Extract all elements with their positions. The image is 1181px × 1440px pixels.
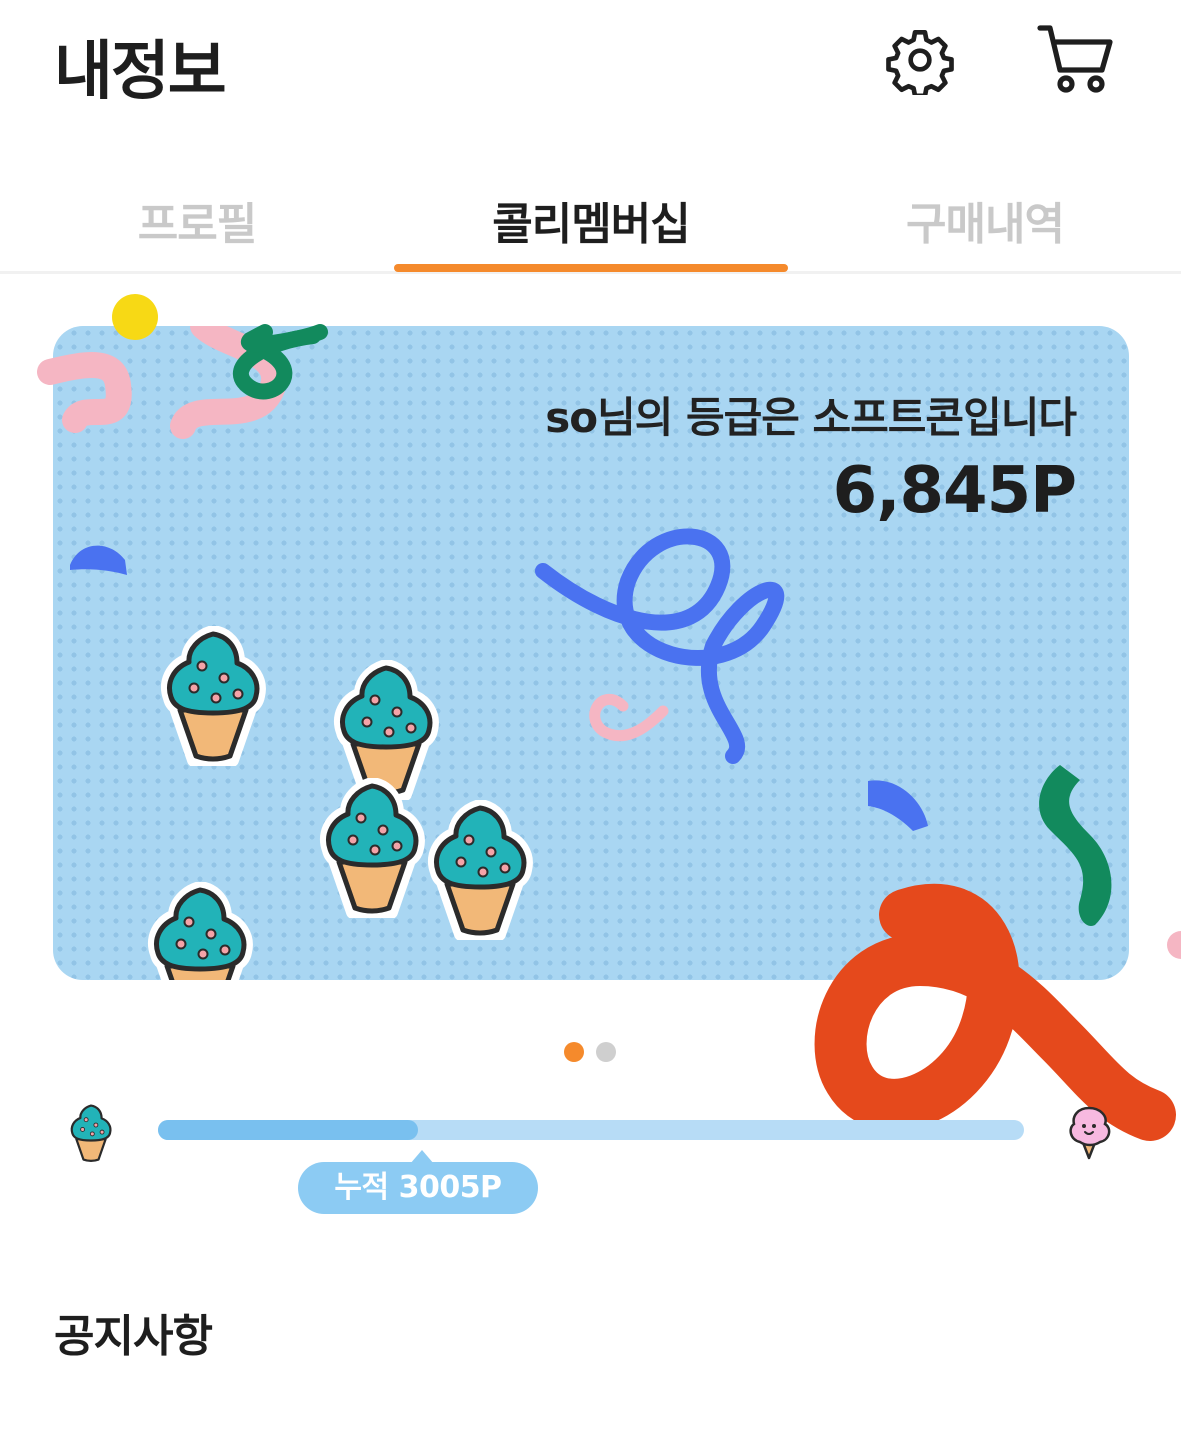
cone-sticker — [327, 784, 418, 915]
gear-icon — [886, 29, 954, 95]
cone-sticker — [168, 632, 259, 763]
membership-progress-bar — [158, 1120, 1024, 1140]
carousel-dot[interactable] — [596, 1042, 616, 1062]
tab-purchase-history[interactable]: 구매내역 — [788, 188, 1181, 252]
pink-cotton-candy-icon — [1062, 1102, 1116, 1166]
progress-fill — [158, 1120, 418, 1140]
tab-profile[interactable]: 프로필 — [0, 188, 394, 252]
cone-sticker — [341, 666, 432, 797]
membership-points: 6,845P — [832, 454, 1077, 528]
header: 내정보 — [0, 0, 1181, 120]
settings-button[interactable] — [880, 20, 960, 100]
cart-button[interactable] — [1036, 20, 1116, 100]
accumulated-points-badge: 누적 3005P — [298, 1162, 538, 1214]
tab-membership[interactable]: 콜리멤버십 — [394, 188, 788, 252]
my-info-page: 내정보 프로필 콜리멤버십 구매내역 so님의 등급은 소프트콘입니다 6,84… — [0, 0, 1181, 1440]
shopping-cart-icon — [1037, 25, 1113, 93]
cone-sticker — [435, 806, 526, 937]
carousel-dot[interactable] — [564, 1042, 584, 1062]
active-tab-indicator — [394, 264, 788, 272]
carousel-pagination — [564, 1042, 616, 1062]
tab-bar: 프로필 콜리멤버십 구매내역 — [0, 160, 1181, 274]
membership-card[interactable]: so님의 등급은 소프트콘입니다 6,845P — [53, 326, 1129, 980]
membership-grade-text: so님의 등급은 소프트콘입니다 — [545, 393, 1077, 442]
page-title: 내정보 — [54, 35, 227, 109]
notice-section-title: 공지사항 — [54, 1311, 213, 1362]
cone-sticker — [155, 888, 246, 980]
soft-serve-cone-icon — [64, 1102, 118, 1168]
